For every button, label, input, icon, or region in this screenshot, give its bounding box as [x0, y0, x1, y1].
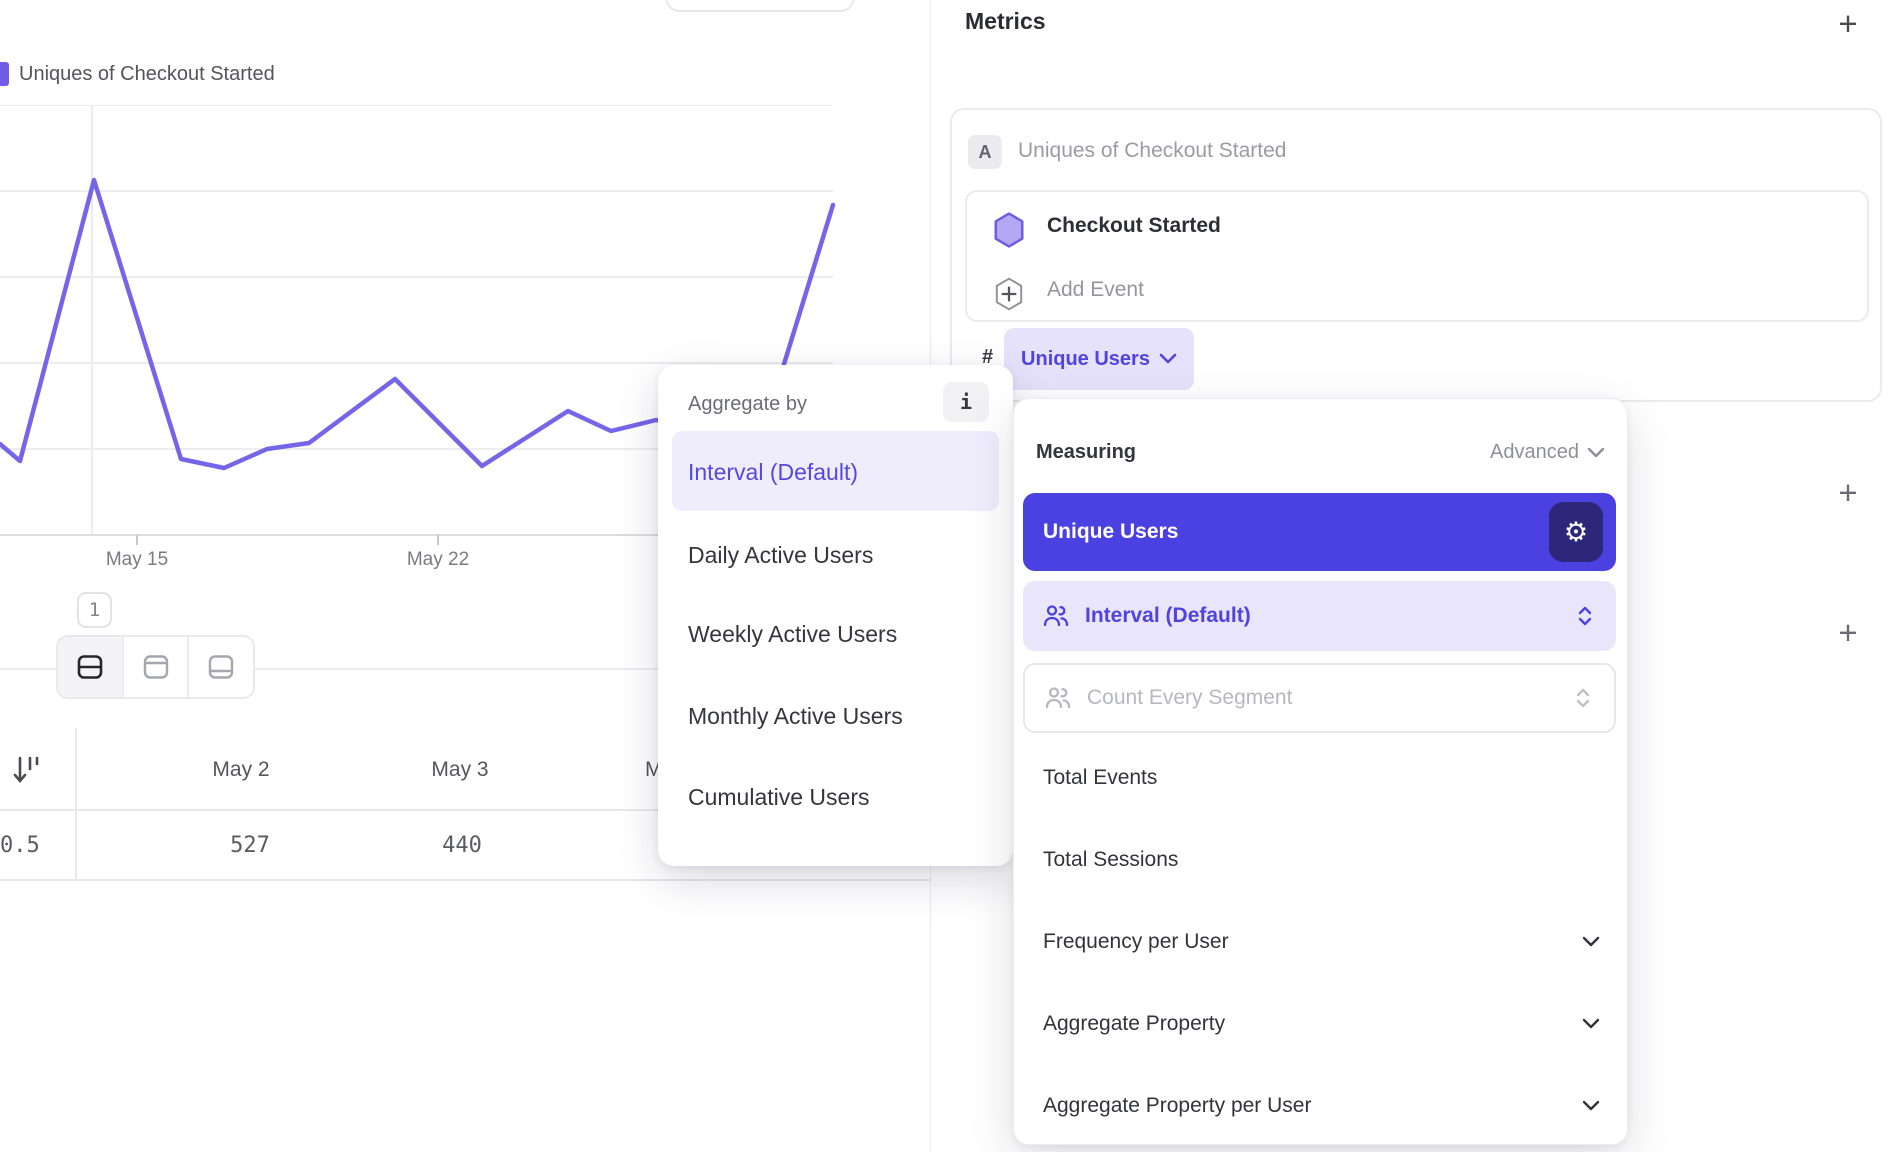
- metric-name-placeholder[interactable]: Uniques of Checkout Started: [1018, 139, 1287, 163]
- x-axis-tick-label: May 15: [77, 549, 197, 571]
- users-icon: [1045, 686, 1071, 710]
- unfold-icon: [1574, 686, 1592, 710]
- measuring-title: Measuring: [1036, 441, 1136, 464]
- legend-label: Uniques of Checkout Started: [19, 63, 275, 86]
- x-axis-tick-label: May 22: [378, 549, 498, 571]
- item-label: Total Events: [1043, 766, 1157, 790]
- selected-option-label: Unique Users: [1043, 520, 1178, 544]
- split-top-icon: [141, 652, 171, 682]
- table-row-label: 0.5: [0, 833, 52, 858]
- metrics-panel-title: Metrics: [965, 8, 1046, 35]
- unfold-icon: [1576, 604, 1594, 628]
- menu-item-cumulative[interactable]: Cumulative Users: [658, 767, 1013, 827]
- measuring-item-frequency-per-user[interactable]: Frequency per User: [1043, 912, 1600, 972]
- item-label: Total Sessions: [1043, 848, 1178, 872]
- layout-segmented-control: [56, 635, 255, 699]
- measurement-chip[interactable]: Unique Users: [1004, 328, 1194, 390]
- chart-legend[interactable]: Uniques of Checkout Started: [0, 62, 275, 86]
- table-cell: 440: [392, 833, 532, 858]
- menu-item-daily[interactable]: Daily Active Users: [658, 525, 1013, 585]
- split-horizontal-icon: [75, 652, 105, 682]
- interval-selector-row[interactable]: Interval (Default): [1023, 581, 1616, 651]
- advanced-label: Advanced: [1490, 441, 1579, 464]
- measuring-option-unique-users[interactable]: Unique Users ⚙: [1023, 493, 1616, 571]
- measuring-item-total-sessions[interactable]: Total Sessions: [1043, 830, 1600, 890]
- table-cell: 527: [180, 833, 320, 858]
- gear-icon[interactable]: ⚙: [1549, 502, 1603, 562]
- add-event-icon[interactable]: [993, 276, 1025, 312]
- chevron-down-icon: [1582, 936, 1600, 948]
- add-metric-button[interactable]: +: [1830, 6, 1866, 42]
- chevron-down-icon: [1587, 447, 1605, 459]
- insights-screen: Uniques of Checkout Started May 15 May 2…: [0, 0, 1898, 1152]
- aggregate-by-title: Aggregate by: [688, 393, 807, 416]
- table-row-divider: [0, 879, 931, 881]
- item-label: Aggregate Property per User: [1043, 1094, 1311, 1118]
- aggregate-by-popup: Aggregate by i Interval (Default) Daily …: [658, 365, 1013, 866]
- table-column-divider: [75, 728, 77, 880]
- users-icon: [1043, 604, 1069, 628]
- item-label: Frequency per User: [1043, 930, 1229, 954]
- item-label: Aggregate Property: [1043, 1012, 1225, 1036]
- info-icon[interactable]: i: [943, 382, 989, 422]
- event-name[interactable]: Checkout Started: [1047, 214, 1221, 238]
- table-header-cell[interactable]: May 3: [390, 758, 530, 782]
- menu-item-interval[interactable]: Interval (Default): [658, 442, 1013, 502]
- chevron-down-icon: [1582, 1100, 1600, 1112]
- add-breakdown-button[interactable]: +: [1830, 615, 1866, 651]
- advanced-toggle[interactable]: Advanced: [1490, 441, 1605, 464]
- menu-item-monthly[interactable]: Monthly Active Users: [658, 686, 1013, 746]
- event-hexagon-icon: [993, 212, 1025, 248]
- toolbar-pill-partial[interactable]: [665, 0, 855, 12]
- chevron-down-icon: [1159, 353, 1177, 365]
- interval-option-label: Interval (Default): [1085, 604, 1251, 628]
- layout-split-middle-button[interactable]: [58, 637, 122, 697]
- segment-selector-row[interactable]: Count Every Segment: [1023, 663, 1616, 733]
- layout-table-only-button[interactable]: [187, 637, 253, 697]
- segment-option-label: Count Every Segment: [1087, 686, 1292, 710]
- layout-chart-only-button[interactable]: [122, 637, 188, 697]
- metric-card: A Uniques of Checkout Started Checkout S…: [950, 108, 1882, 402]
- metric-letter-badge: A: [968, 135, 1002, 169]
- sort-descending-icon[interactable]: [12, 753, 44, 789]
- measuring-item-total-events[interactable]: Total Events: [1043, 748, 1600, 808]
- legend-swatch: [0, 62, 9, 86]
- add-filter-button[interactable]: +: [1830, 475, 1866, 511]
- table-header-cell[interactable]: May 2: [171, 758, 311, 782]
- menu-item-weekly[interactable]: Weekly Active Users: [658, 604, 1013, 664]
- split-bottom-icon: [206, 652, 236, 682]
- add-event-label[interactable]: Add Event: [1047, 278, 1144, 302]
- chevron-down-icon: [1582, 1018, 1600, 1030]
- measuring-item-aggregate-property[interactable]: Aggregate Property: [1043, 994, 1600, 1054]
- measurement-chip-label: Unique Users: [1021, 348, 1150, 371]
- event-card: Checkout Started Add Event: [965, 190, 1869, 322]
- pagination-badge[interactable]: 1: [77, 592, 112, 628]
- measuring-item-aggregate-property-per-user[interactable]: Aggregate Property per User: [1043, 1076, 1600, 1136]
- measuring-popup: Measuring Advanced Unique Users ⚙: [1013, 398, 1628, 1145]
